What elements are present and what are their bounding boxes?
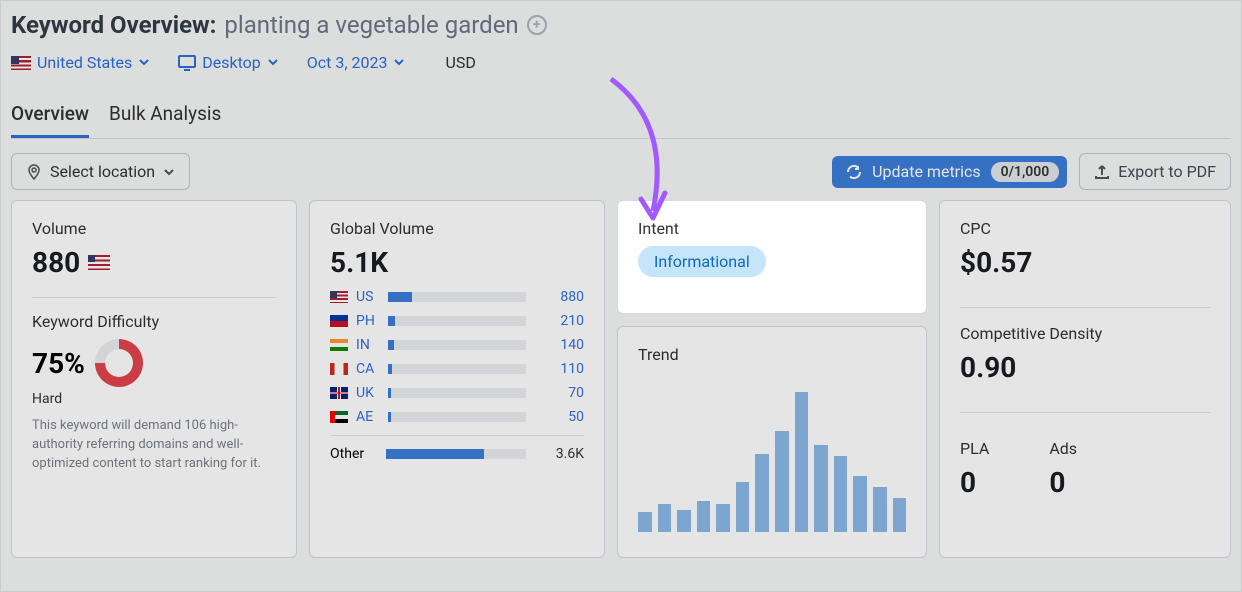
intent-label: Intent — [638, 219, 906, 238]
pin-icon — [26, 164, 42, 180]
gv-row[interactable]: IN 140 — [330, 337, 584, 353]
pla-label: PLA — [960, 439, 989, 458]
country-filter[interactable]: United States — [11, 53, 150, 72]
update-count-badge: 0/1,000 — [991, 162, 1060, 182]
flag-icon — [330, 411, 348, 423]
tabs: Overview Bulk Analysis — [11, 96, 1231, 139]
cpc-card: CPC $0.57 Competitive Density 0.90 PLA 0… — [939, 200, 1231, 558]
volume-card: Volume 880 Keyword Difficulty 75% Hard T… — [11, 200, 297, 558]
trend-bar — [716, 504, 730, 532]
select-location-button[interactable]: Select location — [11, 153, 190, 190]
gv-country-value: 880 — [534, 289, 584, 305]
gv-country-value: 110 — [534, 361, 584, 377]
kd-value: 75% — [32, 347, 85, 380]
gv-row[interactable]: CA 110 — [330, 361, 584, 377]
trend-bar — [795, 392, 809, 532]
trend-bar — [755, 454, 769, 532]
gv-label: Global Volume — [330, 219, 584, 238]
gv-row[interactable]: US 880 — [330, 289, 584, 305]
device-filter[interactable]: Desktop — [178, 53, 279, 72]
gv-row[interactable]: UK 70 — [330, 385, 584, 401]
trend-label: Trend — [638, 345, 906, 364]
flag-icon — [330, 363, 348, 375]
trend-bar — [775, 431, 789, 532]
desktop-icon — [178, 55, 196, 71]
trend-card: Trend — [617, 326, 927, 558]
gv-country-value: 50 — [534, 409, 584, 425]
trend-chart — [638, 382, 906, 532]
gv-other-label: Other — [330, 446, 378, 462]
chevron-down-icon — [267, 53, 279, 72]
flag-icon — [330, 339, 348, 351]
volume-label: Volume — [32, 219, 276, 238]
trend-bar — [893, 498, 907, 532]
kd-description: This keyword will demand 106 high-author… — [32, 417, 276, 474]
cd-value: 0.90 — [960, 351, 1210, 384]
tab-bulk-analysis[interactable]: Bulk Analysis — [109, 96, 221, 138]
pla-value: 0 — [960, 466, 989, 499]
export-pdf-button[interactable]: Export to PDF — [1079, 153, 1231, 190]
chevron-down-icon — [138, 53, 150, 72]
refresh-icon — [846, 164, 862, 180]
flag-icon — [330, 387, 348, 399]
gv-country-code: PH — [356, 313, 380, 329]
us-flag-icon — [11, 56, 31, 70]
gv-country-value: 70 — [534, 385, 584, 401]
gv-country-code: CA — [356, 361, 380, 377]
update-metrics-label: Update metrics — [872, 162, 980, 181]
export-icon — [1094, 164, 1110, 180]
trend-bar — [834, 456, 848, 532]
gv-country-value: 210 — [534, 313, 584, 329]
trend-bar — [697, 501, 711, 532]
trend-bar — [814, 445, 828, 532]
trend-bar — [658, 504, 672, 532]
intent-tag[interactable]: Informational — [638, 246, 766, 277]
tab-overview[interactable]: Overview — [11, 96, 89, 138]
gv-country-code: AE — [356, 409, 380, 425]
trend-bar — [736, 482, 750, 532]
keyword-text: planting a vegetable garden — [224, 11, 518, 39]
gv-row[interactable]: PH 210 — [330, 313, 584, 329]
date-label: Oct 3, 2023 — [307, 53, 388, 72]
global-volume-card: Global Volume 5.1K US 880 PH 210 IN 140 … — [309, 200, 605, 558]
cd-label: Competitive Density — [960, 324, 1210, 343]
cpc-label: CPC — [960, 219, 1210, 238]
chevron-down-icon — [163, 166, 175, 178]
kd-donut-chart — [95, 339, 143, 387]
add-keyword-icon[interactable]: + — [527, 15, 547, 35]
us-flag-icon — [88, 255, 110, 270]
ads-label: Ads — [1049, 439, 1077, 458]
flag-icon — [330, 315, 348, 327]
country-label: United States — [37, 53, 132, 72]
currency-label: USD — [445, 53, 475, 72]
device-label: Desktop — [202, 53, 261, 72]
ads-value: 0 — [1049, 466, 1077, 499]
chevron-down-icon — [393, 53, 405, 72]
gv-other-value: 3.6K — [534, 446, 584, 462]
intent-card: Intent Informational — [617, 200, 927, 314]
update-metrics-button[interactable]: Update metrics 0/1,000 — [832, 156, 1067, 188]
gv-value: 5.1K — [330, 246, 584, 279]
export-label: Export to PDF — [1118, 162, 1216, 181]
cpc-value: $0.57 — [960, 246, 1210, 279]
trend-bar — [677, 510, 691, 532]
gv-country-code: IN — [356, 337, 380, 353]
trend-bar — [873, 487, 887, 532]
gv-row[interactable]: AE 50 — [330, 409, 584, 425]
gv-country-code: US — [356, 289, 380, 305]
gv-country-code: UK — [356, 385, 380, 401]
page-title-label: Keyword Overview: — [11, 11, 216, 39]
kd-level: Hard — [32, 391, 276, 407]
select-location-label: Select location — [50, 162, 155, 181]
trend-bar — [638, 512, 652, 532]
trend-bar — [853, 476, 867, 532]
date-filter[interactable]: Oct 3, 2023 — [307, 53, 406, 72]
flag-icon — [330, 291, 348, 303]
gv-country-value: 140 — [534, 337, 584, 353]
volume-value: 880 — [32, 246, 80, 279]
kd-label: Keyword Difficulty — [32, 312, 276, 331]
